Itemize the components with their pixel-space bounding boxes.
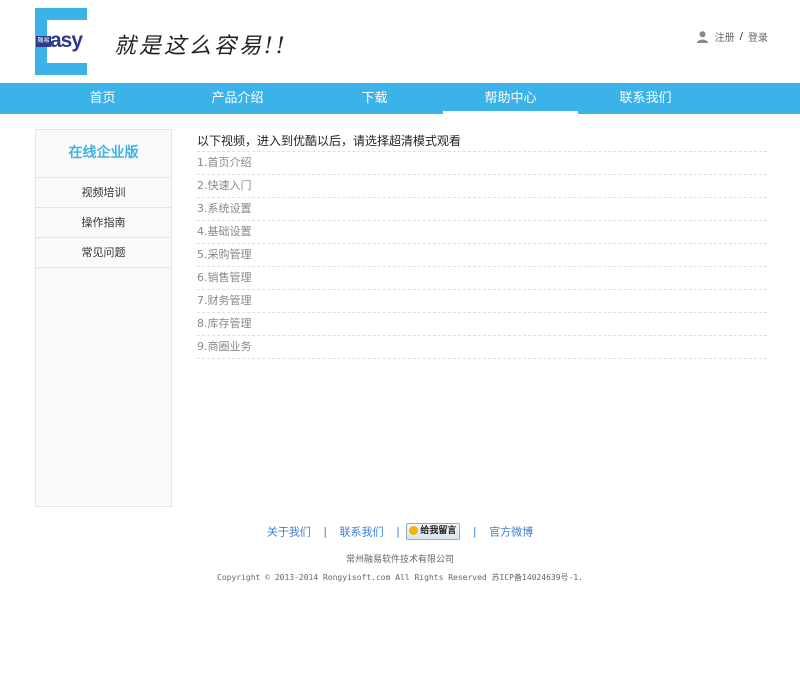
logo-tag: 融易 (36, 36, 51, 47)
user-icon (696, 30, 708, 43)
sidebar-item-operation-guide[interactable]: 操作指南 (36, 208, 171, 238)
list-item[interactable]: 7.财务管理 (197, 290, 767, 313)
nav-contact[interactable]: 联系我们 (578, 83, 713, 114)
user-links-separator: / (739, 31, 743, 42)
content-title: 以下视频，进入到优酷以后，请选择超清模式观看 (197, 131, 767, 152)
site-logo[interactable]: 融易 asy (35, 8, 87, 75)
list-item[interactable]: 9.商圈业务 (197, 336, 767, 359)
company-name: 常州融易软件技术有限公司 (345, 555, 454, 565)
leave-message-button[interactable]: 给我留言 (406, 523, 461, 540)
nav-help-center[interactable]: 帮助中心 (443, 83, 578, 114)
nav-home[interactable]: 首页 (35, 83, 170, 114)
footer-separator: | (396, 525, 400, 538)
list-item[interactable]: 4.基础设置 (197, 221, 767, 244)
list-item[interactable]: 3.系统设置 (197, 198, 767, 221)
logo-bar (35, 63, 87, 75)
main-content: 以下视频，进入到优酷以后，请选择超清模式观看 1.首页介绍 2.快速入门 3.系… (197, 131, 767, 359)
footer-contact-link[interactable]: 联系我们 (340, 526, 384, 539)
qq-icon (409, 526, 419, 535)
login-link[interactable]: 登录 (748, 29, 768, 44)
slogan: 就是这么容易!! (114, 34, 288, 59)
footer-about-link[interactable]: 关于我们 (267, 526, 311, 539)
list-item[interactable]: 6.销售管理 (197, 267, 767, 290)
sidebar-title: 在线企业版 (36, 130, 171, 178)
footer-separator: | (472, 525, 477, 538)
nav-products[interactable]: 产品介绍 (170, 83, 305, 114)
footer-weibo-link[interactable]: 官方微博 (489, 526, 533, 539)
list-item[interactable]: 1.首页介绍 (197, 152, 767, 175)
footer-links: 关于我们 | 联系我们 | 给我留言 | 官方微博 (0, 523, 800, 540)
copyright: Copyright © 2013-2014 Rongyisoft.com All… (217, 573, 583, 582)
logo-word: asy (50, 29, 83, 52)
leave-message-label: 给我留言 (420, 526, 457, 536)
main-nav: 首页 产品介绍 下载 帮助中心 联系我们 (0, 83, 800, 114)
sidebar: 在线企业版 视频培训 操作指南 常见问题 (35, 129, 172, 507)
register-link[interactable]: 注册 (715, 29, 735, 44)
list-item[interactable]: 5.采购管理 (197, 244, 767, 267)
site-header: 融易 asy 就是这么容易!! 注册 / 登录 (0, 0, 800, 83)
footer-separator: | (323, 525, 328, 538)
user-links: 注册 / 登录 (696, 29, 768, 44)
list-item[interactable]: 2.快速入门 (197, 175, 767, 198)
nav-download[interactable]: 下载 (307, 83, 442, 114)
sidebar-item-video-training[interactable]: 视频培训 (36, 178, 171, 208)
list-item[interactable]: 8.库存管理 (197, 313, 767, 336)
sidebar-item-faq[interactable]: 常见问题 (36, 238, 171, 268)
logo-bar (35, 8, 87, 20)
